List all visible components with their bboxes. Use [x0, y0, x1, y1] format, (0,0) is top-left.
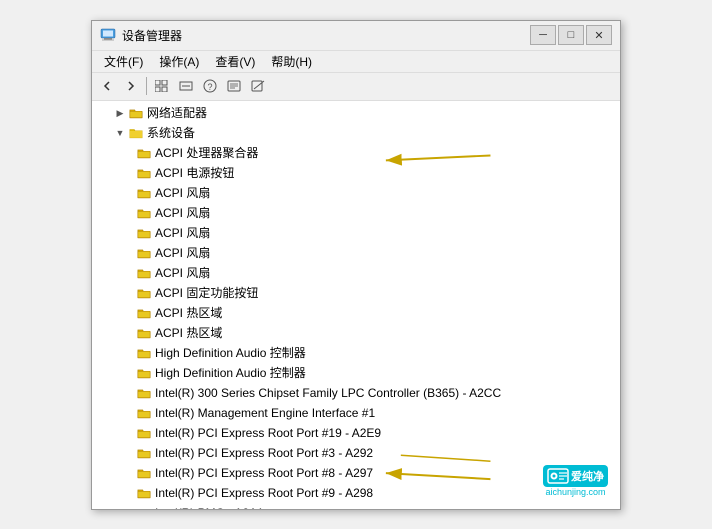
folder-icon — [136, 505, 152, 509]
help-button[interactable]: ? — [199, 76, 221, 96]
tree-item-acpi-fan1[interactable]: ACPI 风扇 — [92, 183, 620, 203]
close-button[interactable]: ✕ — [586, 25, 612, 45]
folder-icon — [136, 385, 152, 401]
toolbar-separator-1 — [146, 77, 147, 95]
tree-item-label: ACPI 风扇 — [155, 264, 210, 282]
tree-item-label: Intel(R) PCI Express Root Port #3 - A292 — [155, 444, 373, 462]
menu-view[interactable]: 查看(V) — [207, 51, 263, 72]
back-button[interactable] — [96, 76, 118, 96]
tree-item-acpi-fan5[interactable]: ACPI 风扇 — [92, 263, 620, 283]
scan-button[interactable] — [223, 76, 245, 96]
properties-button[interactable] — [247, 76, 269, 96]
tree-item-label: Intel(R) PCI Express Root Port #9 - A298 — [155, 484, 373, 502]
forward-button[interactable] — [120, 76, 142, 96]
folder-icon — [136, 445, 152, 461]
tree-item-label: High Definition Audio 控制器 — [155, 344, 306, 362]
folder-icon — [136, 365, 152, 381]
tree-item-label: Intel(R) PMC - A2A1 — [155, 504, 264, 509]
menu-help[interactable]: 帮助(H) — [263, 51, 320, 72]
tree-item-acpi-thermal1[interactable]: ACPI 热区域 — [92, 303, 620, 323]
folder-icon — [136, 165, 152, 181]
folder-icon — [136, 485, 152, 501]
tree-item-label: ACPI 热区域 — [155, 324, 222, 342]
tree-item-label: Intel(R) 300 Series Chipset Family LPC C… — [155, 384, 501, 402]
tree-item-label: ACPI 风扇 — [155, 244, 210, 262]
tree-item-label: ACPI 风扇 — [155, 184, 210, 202]
tree-item-label: 网络适配器 — [147, 104, 207, 122]
maximize-button[interactable]: □ — [558, 25, 584, 45]
folder-icon — [136, 265, 152, 281]
window-controls: ─ □ ✕ — [530, 25, 612, 45]
tree-item-acpi-fan4[interactable]: ACPI 风扇 — [92, 243, 620, 263]
menu-file[interactable]: 文件(F) — [96, 51, 151, 72]
tree-item-label: ACPI 处理器聚合器 — [155, 144, 258, 162]
window-title: 设备管理器 — [122, 27, 182, 44]
folder-icon — [136, 205, 152, 221]
folder-icon — [128, 125, 144, 141]
tree-item-system-devices[interactable]: ▼ 系统设备 — [92, 123, 620, 143]
tree-item-label: ACPI 风扇 — [155, 224, 210, 242]
folder-icon — [136, 145, 152, 161]
tree-item-intel-me[interactable]: Intel(R) Management Engine Interface #1 — [92, 403, 620, 423]
folder-icon — [136, 225, 152, 241]
expand-button[interactable] — [151, 76, 173, 96]
tree-item-label: 系统设备 — [147, 124, 195, 142]
collapse-button[interactable] — [175, 76, 197, 96]
tree-item-intel-pcie-19[interactable]: Intel(R) PCI Express Root Port #19 - A2E… — [92, 423, 620, 443]
tree-item-intel-pcie-8[interactable]: Intel(R) PCI Express Root Port #8 - A297 — [92, 463, 620, 483]
tree-item-acpi-fan2[interactable]: ACPI 风扇 — [92, 203, 620, 223]
window-icon — [100, 27, 116, 43]
tree-item-acpi-fan3[interactable]: ACPI 风扇 — [92, 223, 620, 243]
folder-icon — [136, 465, 152, 481]
tree-item-intel-pmc[interactable]: Intel(R) PMC - A2A1 — [92, 503, 620, 509]
folder-icon — [136, 285, 152, 301]
device-tree[interactable]: ▶ 网络适配器▼ 系统设备 ACPI 处理器聚合器 ACPI 电源按钮 ACPI… — [92, 101, 620, 509]
tree-item-label: Intel(R) PCI Express Root Port #8 - A297 — [155, 464, 373, 482]
tree-item-label: ACPI 热区域 — [155, 304, 222, 322]
tree-item-intel-pcie-3[interactable]: Intel(R) PCI Express Root Port #3 - A292 — [92, 443, 620, 463]
tree-item-hd-audio1[interactable]: High Definition Audio 控制器 — [92, 343, 620, 363]
title-bar: 设备管理器 ─ □ ✕ — [92, 21, 620, 51]
menu-bar: 文件(F) 操作(A) 查看(V) 帮助(H) — [92, 51, 620, 73]
folder-icon — [136, 405, 152, 421]
tree-item-acpi-thermal2[interactable]: ACPI 热区域 — [92, 323, 620, 343]
folder-icon — [136, 245, 152, 261]
minimize-button[interactable]: ─ — [530, 25, 556, 45]
folder-icon — [136, 305, 152, 321]
tree-item-intel-pcie-9[interactable]: Intel(R) PCI Express Root Port #9 - A298 — [92, 483, 620, 503]
tree-item-network-adapter[interactable]: ▶ 网络适配器 — [92, 103, 620, 123]
tree-item-intel-300-chipset[interactable]: Intel(R) 300 Series Chipset Family LPC C… — [92, 383, 620, 403]
tree-item-acpi-fixed-button[interactable]: ACPI 固定功能按钮 — [92, 283, 620, 303]
folder-icon — [136, 185, 152, 201]
expand-icon[interactable]: ▶ — [112, 105, 128, 121]
menu-action[interactable]: 操作(A) — [151, 51, 207, 72]
tree-item-label: ACPI 风扇 — [155, 204, 210, 222]
folder-icon — [128, 105, 144, 121]
tree-item-label: ACPI 电源按钮 — [155, 164, 234, 182]
svg-text:?: ? — [207, 82, 212, 92]
tree-item-acpi-power-button[interactable]: ACPI 电源按钮 — [92, 163, 620, 183]
tree-item-label: ACPI 固定功能按钮 — [155, 284, 258, 302]
tree-item-label: Intel(R) PCI Express Root Port #19 - A2E… — [155, 424, 381, 442]
tree-item-label: Intel(R) Management Engine Interface #1 — [155, 404, 375, 422]
toolbar: ? — [92, 73, 620, 101]
tree-item-acpi-processor[interactable]: ACPI 处理器聚合器 — [92, 143, 620, 163]
folder-icon — [136, 325, 152, 341]
tree-item-label: High Definition Audio 控制器 — [155, 364, 306, 382]
folder-icon — [136, 345, 152, 361]
tree-item-hd-audio2[interactable]: High Definition Audio 控制器 — [92, 363, 620, 383]
folder-icon — [136, 425, 152, 441]
expand-icon[interactable]: ▼ — [112, 125, 128, 141]
content-area: ▶ 网络适配器▼ 系统设备 ACPI 处理器聚合器 ACPI 电源按钮 ACPI… — [92, 101, 620, 509]
